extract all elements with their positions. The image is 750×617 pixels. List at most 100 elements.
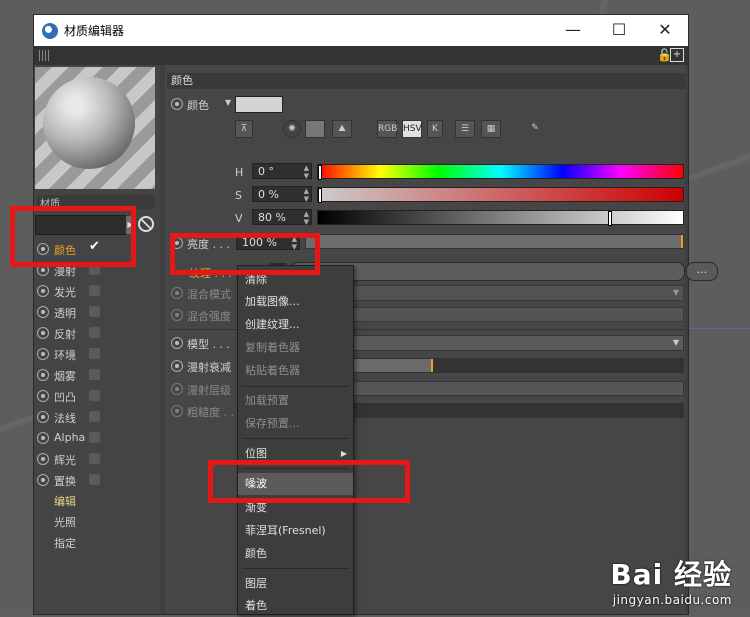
menu-item-layer[interactable]: 图层 — [238, 573, 353, 595]
channel-displacement[interactable]: 置换 — [34, 470, 160, 491]
channel-fog[interactable]: 烟雾 — [34, 365, 160, 386]
tab-illumination[interactable]: 光照 — [34, 512, 160, 533]
checkbox[interactable] — [89, 453, 100, 464]
saturation-marker[interactable] — [318, 188, 322, 203]
menu-item-paste-shader[interactable]: 粘贴着色器 — [238, 360, 353, 382]
new-window-icon[interactable]: + — [670, 48, 684, 62]
swatch-icon[interactable] — [305, 120, 325, 138]
image-picker-icon[interactable]: ⛰ — [332, 120, 352, 138]
radio-icon[interactable] — [37, 264, 49, 276]
checkbox[interactable] — [89, 390, 100, 401]
menu-item-gradient[interactable]: 渐变 — [238, 497, 353, 519]
radio-icon[interactable] — [37, 390, 49, 402]
model-radio-icon[interactable] — [171, 337, 183, 349]
tab-assign[interactable]: 指定 — [34, 533, 160, 554]
value-slider[interactable] — [317, 210, 684, 226]
channel-color[interactable]: 颜色 ✔ — [34, 239, 160, 260]
menu-item-colorizer[interactable]: 着色 — [238, 595, 353, 617]
swatch-arrow-icon[interactable]: ▼ — [225, 98, 231, 107]
radio-icon[interactable] — [37, 285, 49, 297]
checkbox[interactable] — [89, 264, 100, 275]
radio-icon[interactable] — [37, 243, 49, 255]
h-value-input[interactable]: 0 ° ▲ ▼ — [252, 163, 312, 180]
checkbox[interactable] — [89, 306, 100, 317]
material-name-input[interactable] — [35, 215, 127, 235]
spin-icon[interactable]: ▲ ▼ — [304, 210, 309, 226]
checkbox[interactable] — [89, 474, 100, 485]
name-arrow-icon[interactable]: ▶ — [126, 216, 135, 234]
radio-icon[interactable] — [37, 453, 49, 465]
radio-icon[interactable] — [37, 411, 49, 423]
diffuse-level-radio-icon[interactable] — [171, 383, 183, 395]
color-swatch[interactable] — [235, 96, 283, 113]
color-picker-wheel-icon[interactable]: ⊼ — [235, 120, 253, 138]
brightness-slider[interactable] — [305, 234, 684, 249]
menu-item-load-image[interactable]: 加载图像... — [238, 291, 353, 313]
mix-mode-radio-icon[interactable] — [171, 287, 183, 299]
menu-item-create-texture[interactable]: 创建纹理... — [238, 314, 353, 336]
channel-luminance[interactable]: 发光 — [34, 281, 160, 302]
channel-alpha[interactable]: Alpha — [34, 428, 160, 449]
material-preview[interactable] — [35, 67, 155, 189]
radio-icon[interactable] — [37, 327, 49, 339]
menu-item-fresnel[interactable]: 菲涅耳(Fresnel) — [238, 520, 353, 542]
hsv-mode-button[interactable]: HSV — [402, 120, 422, 138]
brightness-input[interactable]: 100 % ▲ ▼ — [236, 234, 300, 251]
checkbox[interactable] — [89, 432, 100, 443]
channel-glow[interactable]: 辉光 — [34, 449, 160, 470]
brightness-marker[interactable] — [681, 235, 683, 248]
roughness-radio-icon[interactable] — [171, 405, 183, 417]
channel-environment[interactable]: 环境 — [34, 344, 160, 365]
checkbox[interactable] — [89, 327, 100, 338]
brightness-radio-icon[interactable] — [171, 237, 183, 249]
kelvin-mode-button[interactable]: K — [427, 120, 443, 138]
checkbox[interactable] — [89, 369, 100, 380]
lock-icon[interactable]: 🔓 — [657, 48, 672, 62]
mix-strength-radio-icon[interactable] — [171, 309, 183, 321]
spectrum-icon[interactable]: ✺ — [283, 120, 301, 138]
radio-icon[interactable] — [37, 348, 49, 360]
hue-slider[interactable] — [317, 164, 684, 180]
menu-item-color[interactable]: 颜色 — [238, 543, 353, 565]
palette-icon[interactable]: ▦ — [481, 120, 501, 138]
value-marker[interactable] — [608, 211, 612, 226]
menu-item-load-preset[interactable]: 加载预置 — [238, 390, 353, 412]
checkmark-icon[interactable]: ✔ — [89, 239, 100, 254]
menu-item-clear[interactable]: 清除 — [238, 269, 353, 291]
channel-reflectance[interactable]: 反射 — [34, 323, 160, 344]
tab-edit[interactable]: 编辑 — [34, 491, 160, 512]
radio-icon[interactable] — [37, 306, 49, 318]
menu-item-noise[interactable]: 噪波 — [238, 473, 353, 495]
texture-more-button[interactable]: ... — [686, 262, 718, 281]
drag-grip-icon[interactable] — [39, 50, 50, 61]
maximize-button[interactable]: ☐ — [596, 15, 642, 46]
minimize-button[interactable]: — — [550, 15, 596, 46]
s-value-input[interactable]: 0 % ▲ ▼ — [252, 186, 312, 203]
eyedropper-icon[interactable]: ✎ — [527, 120, 543, 136]
radio-icon[interactable] — [37, 369, 49, 381]
channel-transparency[interactable]: 透明 — [34, 302, 160, 323]
channel-bump[interactable]: 凹凸 — [34, 386, 160, 407]
radio-icon[interactable] — [37, 432, 49, 444]
hue-marker[interactable] — [318, 165, 322, 180]
spin-icon[interactable]: ▲ ▼ — [304, 187, 309, 203]
menu-item-copy-shader[interactable]: 复制着色器 — [238, 337, 353, 359]
menu-item-bitmap[interactable]: 位图 ▶ — [238, 443, 353, 465]
material-ball-icon[interactable] — [138, 216, 154, 232]
diffuse-falloff-radio-icon[interactable] — [171, 360, 183, 372]
color-radio-icon[interactable] — [171, 98, 183, 110]
checkbox[interactable] — [89, 285, 100, 296]
radio-icon[interactable] — [37, 474, 49, 486]
menu-item-save-preset[interactable]: 保存预置... — [238, 413, 353, 435]
title-bar[interactable]: 材质编辑器 — ☐ ✕ — [34, 15, 688, 46]
diffuse-falloff-marker[interactable] — [431, 359, 433, 372]
spin-icon[interactable]: ▲ ▼ — [292, 235, 297, 251]
channel-diffusion[interactable]: 漫射 — [34, 260, 160, 281]
spin-icon[interactable]: ▲ ▼ — [304, 164, 309, 180]
channel-normal[interactable]: 法线 — [34, 407, 160, 428]
v-value-input[interactable]: 80 % ▲ ▼ — [252, 209, 312, 226]
saturation-slider[interactable] — [317, 187, 684, 203]
checkbox[interactable] — [89, 348, 100, 359]
checkbox[interactable] — [89, 411, 100, 422]
close-button[interactable]: ✕ — [642, 15, 688, 46]
